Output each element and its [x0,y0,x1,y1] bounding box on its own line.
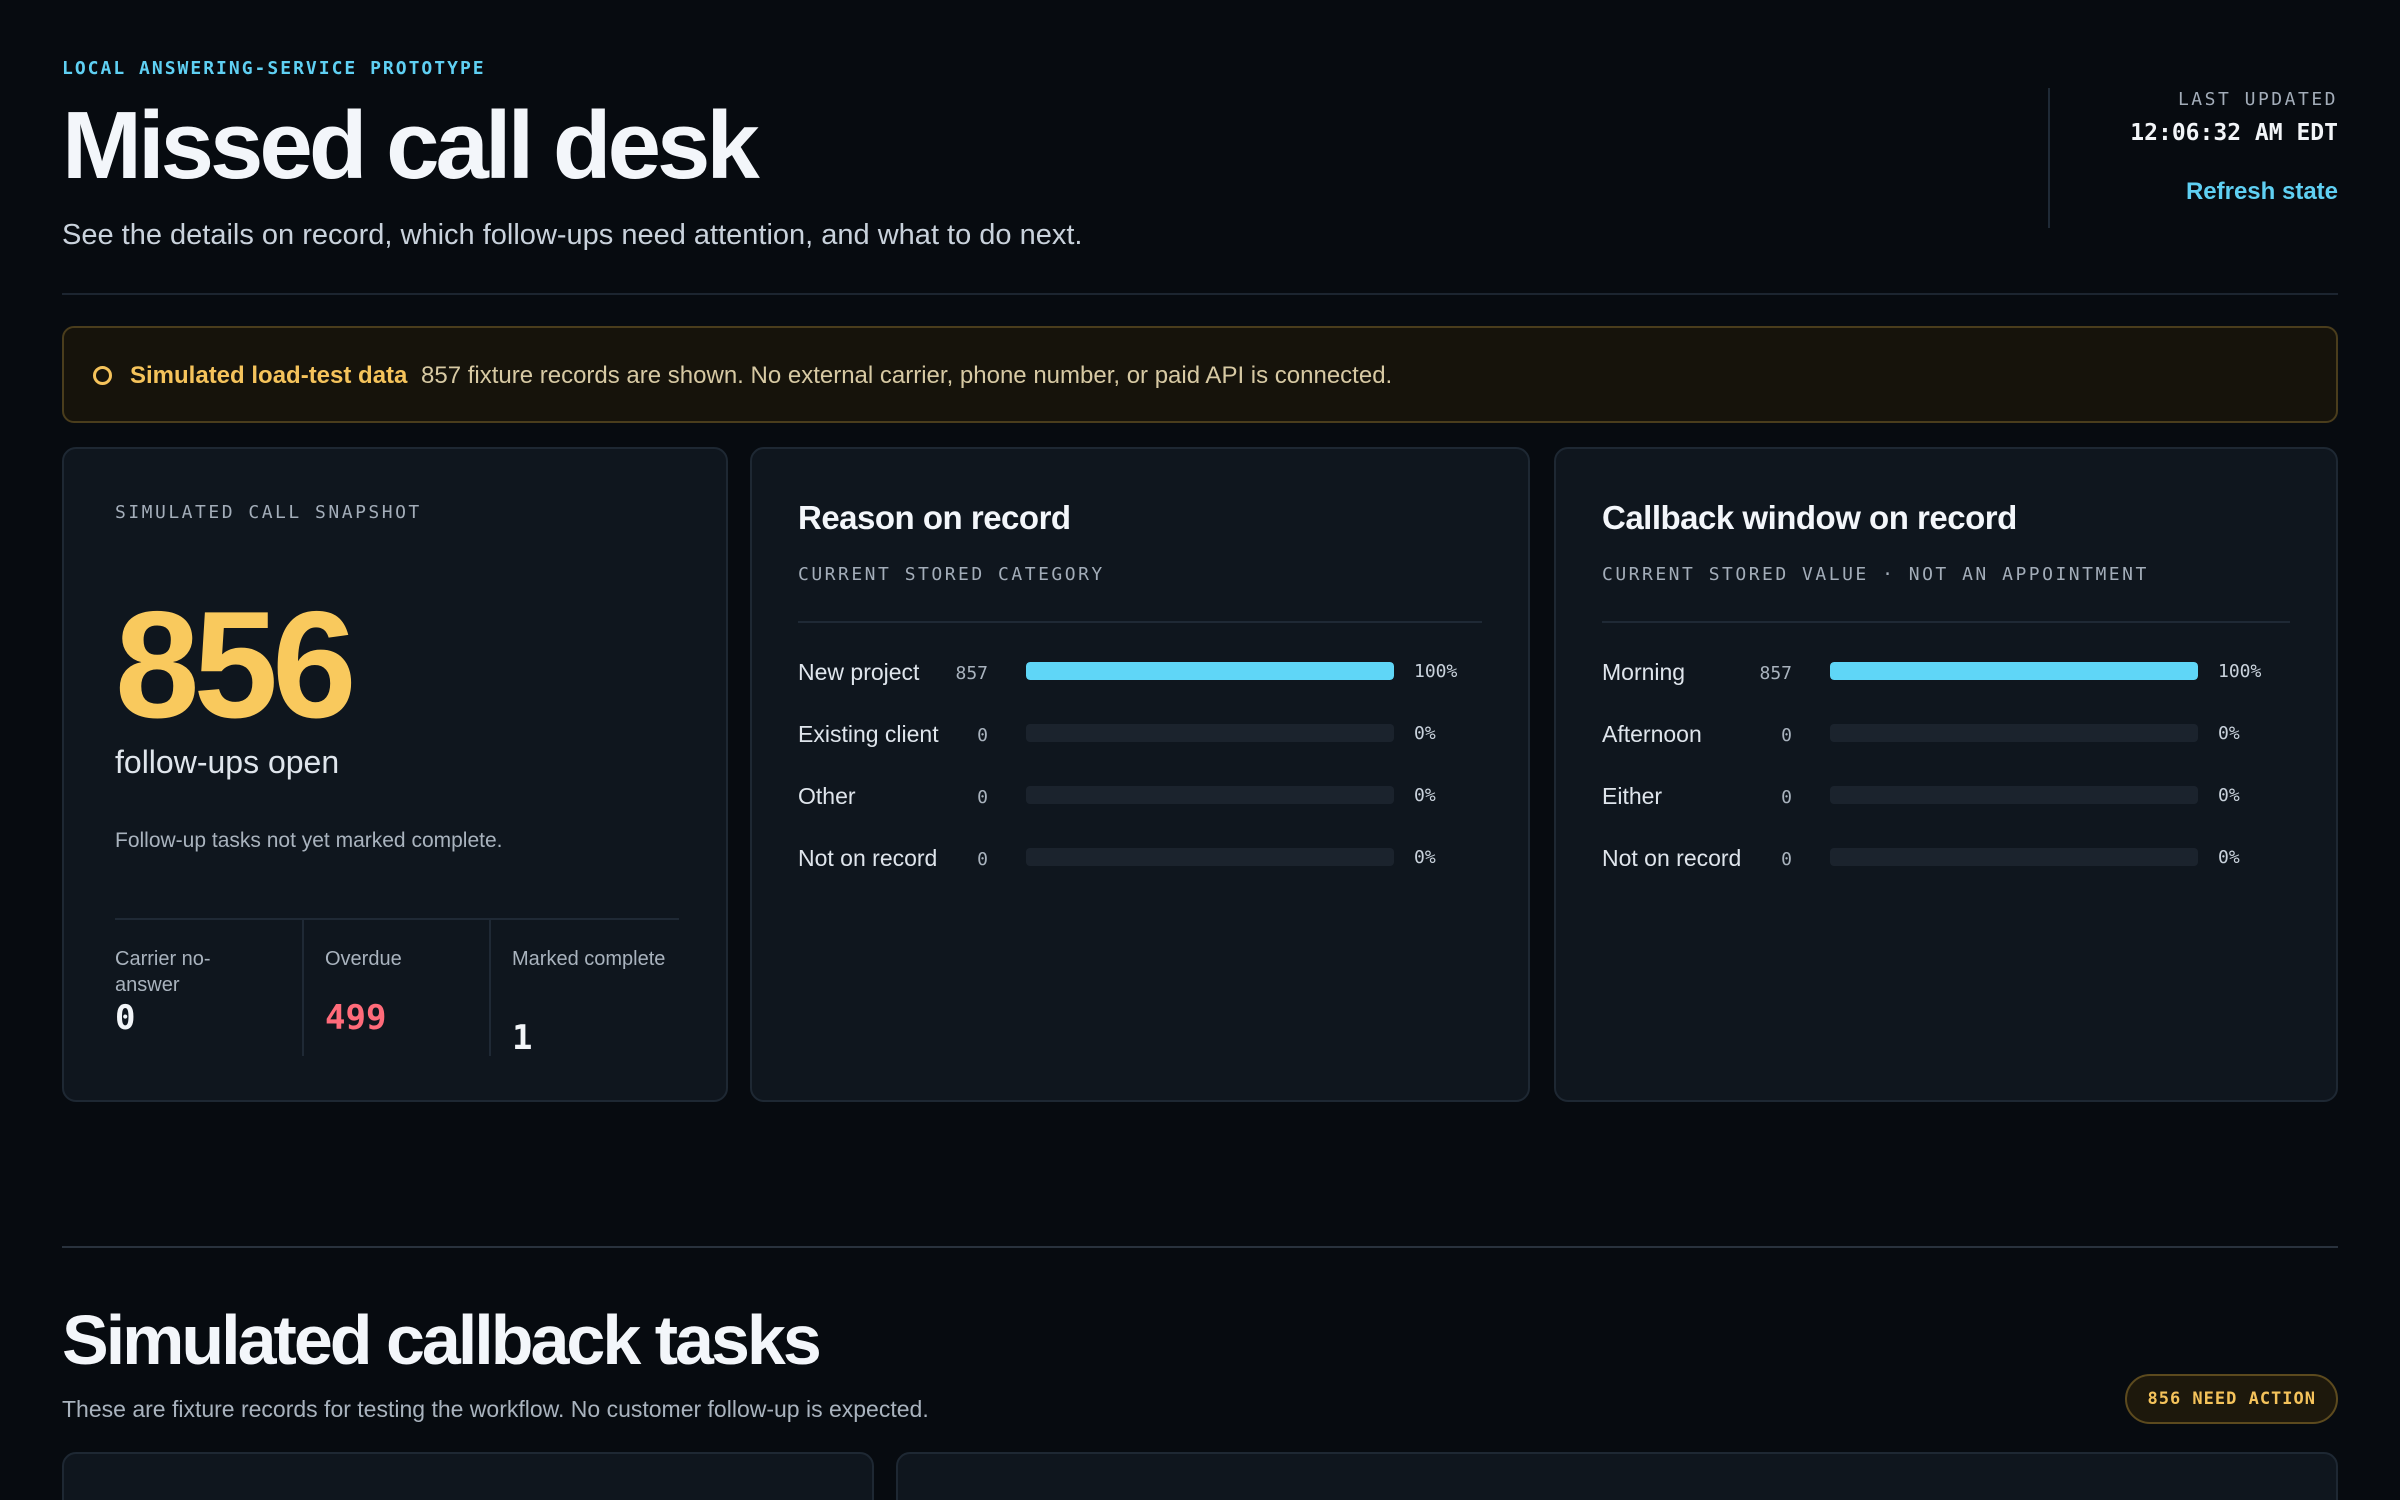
stat-overdue: Overdue 499 [302,920,489,1056]
bar-fill [1026,662,1394,680]
snapshot-description: Follow-up tasks not yet marked complete. [115,829,503,852]
card-subtitle: CURRENT STORED VALUE · NOT AN APPOINTMEN… [1602,564,2149,585]
bar-percent: 100% [1414,661,1458,682]
task-card[interactable] [896,1452,2338,1500]
callback-window-card: Callback window on record CURRENT STORED… [1554,447,2338,1102]
bar-row: New project 857 100% [798,659,1482,721]
stat-carrier-no-answer: Carrier no-answer 0 [115,920,302,1056]
bar-percent: 0% [1414,785,1436,806]
stat-marked-complete: Marked complete 1 [489,920,679,1058]
reason-on-record-card: Reason on record CURRENT STORED CATEGORY… [750,447,1530,1102]
last-updated-panel: LAST UPDATED 12:06:32 AM EDT Refresh sta… [2048,88,2338,228]
call-snapshot-card: SIMULATED CALL SNAPSHOT 856 follow-ups o… [62,447,728,1102]
banner-title: Simulated load-test data [130,362,408,389]
bar-row: Either 0 0% [1602,783,2290,845]
tasks-section-subtitle: These are fixture records for testing th… [62,1396,929,1422]
bar-percent: 0% [2218,723,2240,744]
bar-row: Afternoon 0 0% [1602,721,2290,783]
stat-label: Marked complete [512,948,666,970]
bar-row: Morning 857 100% [1602,659,2290,721]
bar-row: Other 0 0% [798,783,1482,845]
snapshot-stats: Carrier no-answer 0 Overdue 499 Marked c… [115,918,679,1058]
bar-percent: 0% [1414,723,1436,744]
bar-percent: 0% [2218,785,2240,806]
stat-value: 499 [325,998,387,1038]
bar-label: Existing client [798,721,939,747]
bar-label: Either [1602,783,1663,809]
bar-track [1830,724,2198,742]
tasks-section-title: Simulated callback tasks [62,1301,822,1379]
simulated-data-banner: Simulated load-test data 857 fixture rec… [62,326,2338,423]
bar-label: Other [798,783,856,809]
card-title: Reason on record [798,499,1071,536]
last-updated-label: LAST UPDATED [2177,89,2338,110]
bar-percent: 0% [2218,847,2240,868]
card-subtitle: CURRENT STORED CATEGORY [798,564,1105,585]
bar-percent: 0% [1414,847,1436,868]
bar-label: Not on record [798,845,938,871]
callback-bars: Morning 857 100% Afternoon 0 0% Either 0… [1602,659,2290,907]
status-ring-icon [93,366,112,385]
bar-count: 0 [1781,725,1792,746]
banner-text: 857 fixture records are shown. No extern… [421,362,1393,389]
bar-label: Morning [1602,659,1686,685]
bar-label: Not on record [1602,845,1742,871]
bar-track [1026,662,1394,680]
reason-bars: New project 857 100% Existing client 0 0… [798,659,1482,907]
refresh-state-button[interactable]: Refresh state [2186,178,2338,206]
bar-row: Existing client 0 0% [798,721,1482,783]
card-divider [1602,621,2290,623]
bar-percent: 100% [2218,661,2262,682]
stat-value: 1 [512,1018,533,1058]
section-divider [62,1246,2338,1248]
bar-row: Not on record 0 0% [798,845,1482,907]
stat-value: 0 [115,998,136,1038]
bar-count: 0 [977,787,988,808]
open-followups-unit: follow-ups open [115,744,340,780]
bar-track [1830,786,2198,804]
bar-track [1830,662,2198,680]
bar-count: 0 [977,849,988,870]
bar-count: 857 [1759,663,1792,684]
bar-track [1026,724,1394,742]
page-subtitle: See the details on record, which follow-… [62,219,1083,251]
snapshot-label: SIMULATED CALL SNAPSHOT [115,502,422,523]
bar-count: 0 [1781,787,1792,808]
card-divider [798,621,1482,623]
bar-label: Afternoon [1602,721,1702,747]
bar-count: 0 [977,725,988,746]
need-action-badge: 856 NEED ACTION [2125,1374,2338,1424]
open-followups-count: 856 [115,580,357,750]
stat-label: Carrier no-answer [115,948,211,996]
eyebrow: LOCAL ANSWERING-SERVICE PROTOTYPE [62,58,486,79]
bar-track [1026,786,1394,804]
bar-track [1026,848,1394,866]
card-title: Callback window on record [1602,499,2017,536]
last-updated-time: 12:06:32 AM EDT [2130,120,2338,146]
task-card[interactable] [62,1452,874,1500]
page-title: Missed call desk [62,92,760,199]
bar-fill [1830,662,2198,680]
header-divider [62,293,2338,295]
bar-row: Not on record 0 0% [1602,845,2290,907]
stat-label: Overdue [325,948,402,970]
bar-count: 857 [955,663,988,684]
bar-count: 0 [1781,849,1792,870]
bar-label: New project [798,659,920,685]
bar-track [1830,848,2198,866]
